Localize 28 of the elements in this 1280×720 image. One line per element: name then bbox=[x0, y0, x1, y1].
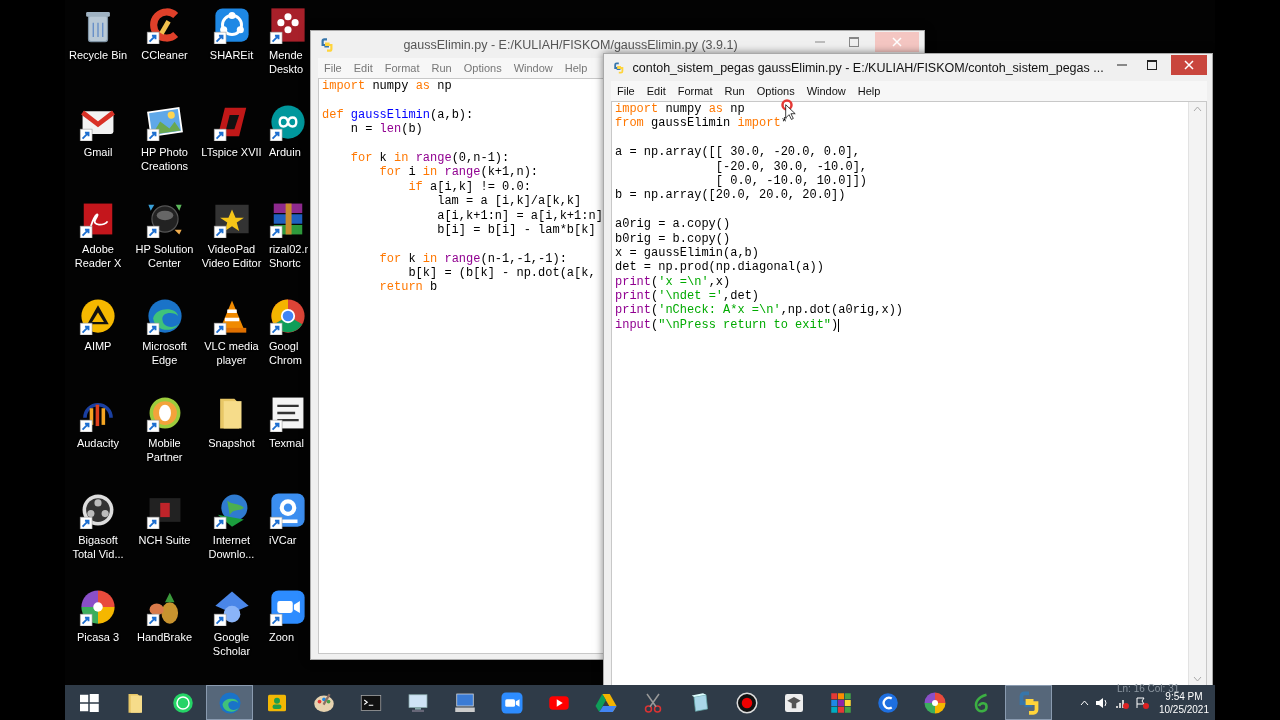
code-line: print('x =\n',x) bbox=[615, 274, 731, 290]
code-line: a = np.array([[ 30.0, -20.0, 0.0], bbox=[615, 145, 860, 160]
code-line: det = np.prod(np.diagonal(a)) bbox=[615, 260, 824, 275]
code-line: n = len(b) bbox=[349, 122, 423, 137]
code-line: import numpy as np bbox=[322, 79, 452, 94]
code-line: b = np.array([20.0, 20.0, 20.0]) bbox=[615, 188, 846, 203]
code-line: if a[i,k] != 0.0: bbox=[407, 179, 531, 195]
code-line: for k in range(n-1,-1,-1): bbox=[378, 251, 567, 267]
code-line: b[i] = b[i] - lam*b[k] bbox=[436, 222, 596, 238]
code-line: lam = a [i,k]/a[k,k] bbox=[436, 194, 582, 209]
code-line: return b bbox=[378, 280, 438, 295]
code-line: for k in range(0,n-1): bbox=[349, 150, 510, 166]
code-line: print('nCheck: A*x =\n',np.dot(a0rig,x)) bbox=[615, 303, 904, 318]
window-title: contoh_sistem_pegas gaussElimin.py - E:/KULIAH/FISKOM/contoh_sistem_pegas ... bbox=[632, 60, 1104, 75]
code-line: print('\ndet =',det) bbox=[615, 289, 760, 304]
code-line: import numpy as np bbox=[615, 102, 745, 117]
code-line: a[i,k+1:n] = a[i,k+1:n] bbox=[436, 208, 603, 223]
code-line: [ 0.0, -10.0, 10.0]]) bbox=[714, 173, 868, 189]
code-line: from gaussElimin import* bbox=[615, 116, 788, 131]
window-title: gaussElimin.py - E:/KULIAH/FISKOM/gaussElimin.py (3.9.1) bbox=[402, 37, 739, 52]
code-line: input("\nPress return to exit") bbox=[615, 317, 839, 333]
code-line: b[k] = (b[k] - np.dot(a[k, bbox=[407, 266, 596, 281]
code-line: [-20.0, 30.0, -10.0], bbox=[714, 159, 868, 174]
code-line: def gaussElimin(a,b): bbox=[322, 107, 474, 123]
code-line: a0rig = a.copy() bbox=[615, 217, 731, 232]
code-line: for i in range(k+1,n): bbox=[378, 165, 539, 180]
code-line: x = gaussElimin(a,b) bbox=[615, 245, 760, 261]
code-line: b0rig = b.copy() bbox=[615, 231, 731, 246]
